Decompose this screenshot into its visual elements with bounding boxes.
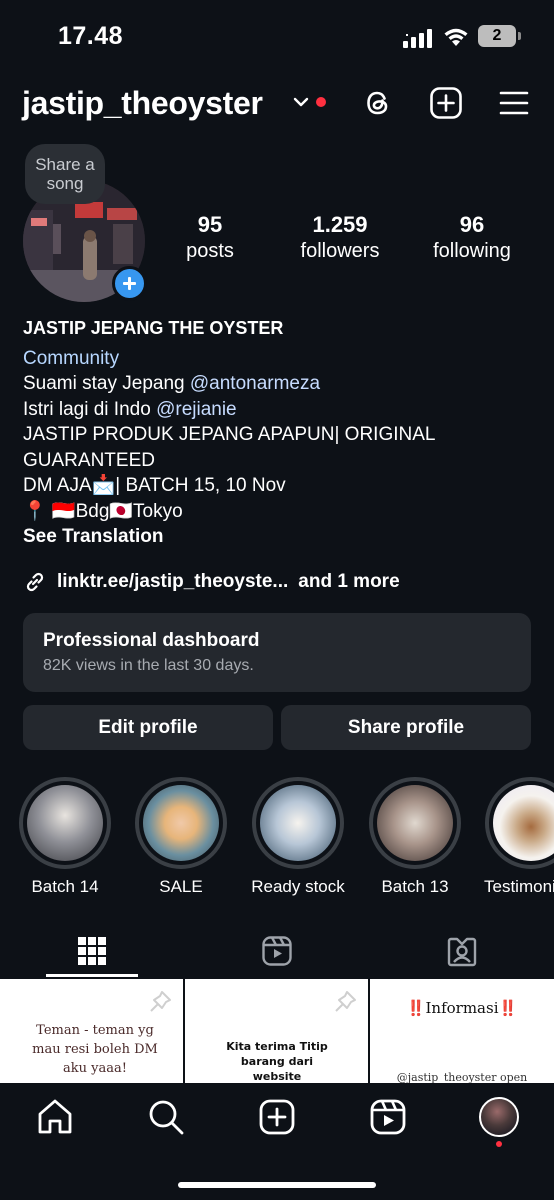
posts-count: 95: [197, 212, 223, 237]
profile-tabs: [0, 925, 554, 979]
home-icon[interactable]: [35, 1097, 75, 1137]
home-indicator: [178, 1182, 376, 1188]
profile-category[interactable]: Community: [23, 346, 543, 372]
highlight-label: Testimoni: [484, 877, 554, 896]
post-text: Kita terima Titip barang dari website: [226, 1040, 328, 1083]
bio-mention[interactable]: @rejianie: [156, 399, 237, 420]
dashboard-title: Professional dashboard: [43, 630, 260, 651]
followers-label: followers: [300, 240, 380, 262]
bio-text: Istri lagi di Indo: [23, 398, 157, 420]
menu-icon[interactable]: [497, 86, 531, 120]
cellular-signal-icon: [403, 29, 432, 48]
stat-following[interactable]: 96 following: [422, 212, 522, 263]
pin-icon: [150, 991, 171, 1012]
bio-line: DM AJA📩| BATCH 15, 10 Nov: [23, 475, 286, 496]
highlight-sale[interactable]: SALE: [126, 777, 236, 897]
pin-icon: [335, 991, 356, 1012]
profile-header: jastip_theoyster: [0, 78, 554, 130]
notification-dot: [316, 97, 326, 107]
tab-tagged[interactable]: [416, 925, 508, 977]
profile-name: JASTIP JEPANG THE OYSTER: [23, 318, 284, 338]
tab-reels[interactable]: [231, 925, 323, 977]
bio-text: Suami stay Jepang: [23, 373, 190, 394]
see-translation-link[interactable]: See Translation: [23, 524, 543, 550]
share-profile-button[interactable]: Share profile: [281, 705, 531, 750]
chevron-down-icon[interactable]: [292, 95, 310, 109]
stat-followers[interactable]: 1.259 followers: [290, 212, 390, 263]
highlight-batch-13[interactable]: Batch 13: [360, 777, 470, 897]
search-icon[interactable]: [146, 1097, 186, 1137]
account-switcher-username[interactable]: jastip_theoyster: [22, 85, 263, 122]
post-subtext: @jastip_theoyster open: [396, 1071, 528, 1083]
active-tab-indicator: [46, 974, 138, 977]
wifi-icon: [444, 28, 468, 46]
following-count: 96: [459, 212, 485, 237]
post-text: Teman - teman yg mau resi boleh DM aku y…: [32, 1023, 158, 1076]
following-label: following: [433, 240, 511, 262]
add-icon[interactable]: [257, 1097, 297, 1137]
add-story-button[interactable]: [112, 266, 147, 301]
link-icon: [26, 572, 44, 592]
highlight-testimoni[interactable]: Testimoni: [476, 777, 554, 897]
post-tile[interactable]: ‼️Informasi‼️ @jastip_theoyster open: [370, 979, 554, 1083]
create-icon[interactable]: [429, 86, 463, 120]
tab-grid[interactable]: [46, 925, 138, 977]
tagged-icon: [447, 937, 477, 967]
highlight-ready-stock[interactable]: Ready stock: [243, 777, 353, 897]
bio-line: Istri lagi di Indo @rejianie: [23, 397, 543, 423]
profile-notification-dot: [496, 1141, 502, 1147]
dashboard-subtitle: 82K views in the last 30 days.: [43, 657, 254, 674]
bio-line: 📍 🇮🇩Bdg🇯🇵Tokyo: [23, 500, 183, 522]
battery-indicator: 2: [478, 25, 521, 47]
highlight-label: SALE: [159, 877, 203, 896]
reels-icon[interactable]: [368, 1097, 408, 1137]
share-song-bubble[interactable]: Share a song: [25, 144, 105, 204]
link-more[interactable]: and 1 more: [298, 571, 399, 593]
bio-mention[interactable]: @antonarmeza: [190, 373, 320, 394]
professional-dashboard[interactable]: Professional dashboard 82K views in the …: [23, 613, 531, 692]
highlight-label: Ready stock: [251, 877, 345, 896]
highlight-batch-14[interactable]: Batch 14: [10, 777, 120, 897]
followers-count: 1.259: [312, 212, 368, 237]
grid-icon: [78, 937, 106, 965]
bio-line: JASTIP PRODUK JEPANG APAPUN| ORIGINAL GU…: [23, 424, 435, 471]
bio-line: Suami stay Jepang @antonarmeza: [23, 371, 543, 397]
posts-label: posts: [186, 240, 234, 262]
post-tile[interactable]: Kita terima Titip barang dari website: [185, 979, 368, 1083]
highlight-label: Batch 13: [381, 877, 449, 896]
highlight-label: Batch 14: [31, 877, 99, 896]
posts-grid: Teman - teman yg mau resi boleh DM aku y…: [0, 979, 554, 1083]
stat-posts[interactable]: 95 posts: [170, 212, 250, 263]
post-tile[interactable]: Teman - teman yg mau resi boleh DM aku y…: [0, 979, 183, 1083]
link-text[interactable]: linktr.ee/jastip_theoyste...: [57, 571, 288, 593]
bottom-navigation: [0, 1083, 554, 1200]
threads-icon[interactable]: [361, 86, 395, 120]
profile-bio: JASTIP JEPANG THE OYSTER Community Suami…: [23, 316, 543, 550]
profile-tab-avatar[interactable]: [479, 1097, 519, 1137]
bio-link[interactable]: linktr.ee/jastip_theoyste... and 1 more: [23, 570, 400, 594]
reels-icon: [262, 936, 292, 966]
status-time: 17.48: [58, 22, 124, 50]
status-bar: 17.48 2: [0, 0, 554, 70]
post-text: ‼️Informasi‼️: [406, 999, 518, 1017]
edit-profile-button[interactable]: Edit profile: [23, 705, 273, 750]
